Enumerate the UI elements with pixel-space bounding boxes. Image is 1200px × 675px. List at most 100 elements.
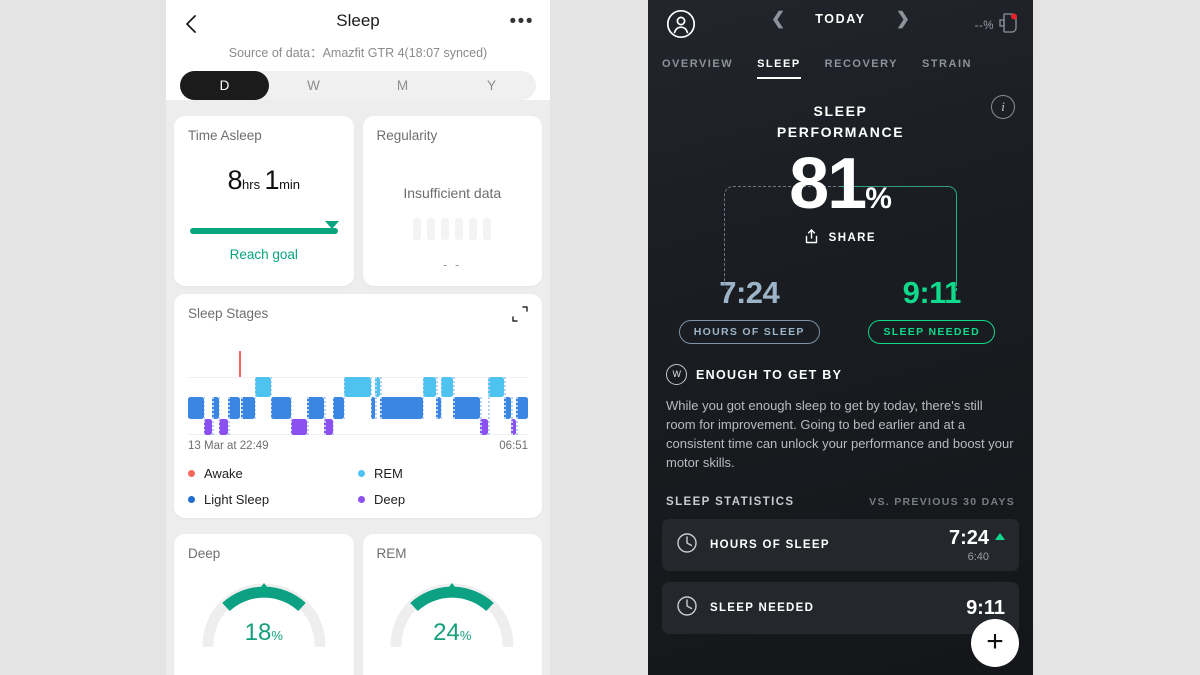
range-tab-w[interactable]: W xyxy=(269,71,358,100)
hypnogram-start-time: 13 Mar at 22:49 xyxy=(188,440,269,452)
hypnogram-connector xyxy=(307,397,309,435)
legend-dot-deep-icon xyxy=(358,496,365,503)
sleep-needed-pill[interactable]: SLEEP NEEDED xyxy=(868,320,995,344)
hypnogram-segment-light xyxy=(307,397,324,419)
hours-of-sleep-pill[interactable]: HOURS OF SLEEP xyxy=(678,320,820,344)
sleep-statistics-header: SLEEP STATISTICS VS. PREVIOUS 30 DAYS xyxy=(648,472,1033,508)
legend-item-light-sleep: Light Sleep xyxy=(188,492,358,507)
hypnogram-connector xyxy=(436,377,438,419)
sleep-advice-title: ENOUGH TO GET BY xyxy=(696,367,843,382)
hypnogram-end-time: 06:51 xyxy=(499,440,528,452)
hypnogram-chart[interactable] xyxy=(188,349,528,435)
deep-sleep-card[interactable]: Deep 18% 1hr 29min xyxy=(174,534,354,675)
hypnogram-segment-light xyxy=(241,397,255,419)
hypnogram-connector xyxy=(228,397,230,435)
rem-percent-value: 24 xyxy=(433,619,460,646)
add-activity-fab[interactable]: + xyxy=(971,619,1019,667)
deep-card-title: Deep xyxy=(188,546,221,561)
hypnogram-connector xyxy=(380,377,382,419)
placeholder-bar xyxy=(413,218,422,240)
stat-label: HOURS OF SLEEP xyxy=(710,539,830,551)
regularity-placeholder-bars xyxy=(363,218,543,240)
time-asleep-value: 8hrs 1min xyxy=(174,165,354,196)
tab-overview[interactable]: OVERVIEW xyxy=(662,58,733,79)
hypnogram-segment-light xyxy=(453,397,481,419)
deep-percent-unit: % xyxy=(271,628,283,643)
time-asleep-card[interactable]: Time Asleep 8hrs 1min Reach goal xyxy=(174,116,354,286)
expand-icon[interactable] xyxy=(512,306,528,322)
strap-battery-indicator[interactable]: --% xyxy=(975,12,1018,39)
range-segmented-control[interactable]: D W M Y xyxy=(180,71,536,100)
tab-strain[interactable]: STRAIN xyxy=(922,58,972,79)
legend-label: REM xyxy=(374,466,403,481)
hypnogram-legend: Awake REM Light Sleep Deep xyxy=(188,466,528,518)
tab-sleep[interactable]: SLEEP xyxy=(757,58,801,79)
rem-sleep-card[interactable]: REM 24% 1hr 54min xyxy=(362,534,542,675)
hypnogram-connector xyxy=(212,397,214,435)
stat-row-hours-of-sleep[interactable]: HOURS OF SLEEP 7:24 6:40 xyxy=(662,519,1019,571)
time-asleep-hours: 8 xyxy=(227,165,243,195)
current-date-label[interactable]: TODAY xyxy=(815,12,865,26)
back-chevron-icon[interactable] xyxy=(180,12,204,36)
whoop-sleep-screen: ❮ TODAY ❯ --% OVERVIEW SLEEP RECOVERY ST… xyxy=(648,0,1033,675)
screenshot-stage: Sleep ••• Source of data：Amazfit GTR 4(1… xyxy=(0,0,1200,675)
hypnogram-connector xyxy=(270,377,273,419)
hypnogram-axis: 13 Mar at 22:49 06:51 xyxy=(188,440,528,452)
regularity-card[interactable]: Regularity Insufficient data - - xyxy=(362,116,543,286)
hypnogram-segment-light xyxy=(188,397,204,419)
hypnogram-connector xyxy=(453,377,455,419)
range-tab-m[interactable]: M xyxy=(358,71,447,100)
hypnogram-segment-deep xyxy=(290,419,307,435)
score-unit: % xyxy=(865,182,892,215)
prev-day-chevron-icon[interactable]: ❮ xyxy=(771,10,785,27)
hypnogram-connector xyxy=(480,397,482,435)
regularity-title: Regularity xyxy=(376,128,438,143)
range-tab-d[interactable]: D xyxy=(180,71,269,100)
next-day-chevron-icon[interactable]: ❯ xyxy=(896,10,910,27)
sleep-advice-section: W ENOUGH TO GET BY While you got enough … xyxy=(648,344,1033,472)
time-asleep-minutes-unit: min xyxy=(279,177,301,192)
range-tab-y[interactable]: Y xyxy=(447,71,536,100)
sleep-statistics-comparison: VS. PREVIOUS 30 DAYS xyxy=(869,496,1015,508)
rem-gauge-marker-icon xyxy=(445,583,460,592)
info-icon[interactable]: i xyxy=(991,95,1015,119)
reach-goal-label: Reach goal xyxy=(229,247,298,262)
sleep-performance-section: SLEEP PERFORMANCE i 81% SHARE xyxy=(648,79,1033,291)
legend-label: Light Sleep xyxy=(204,492,270,507)
sleep-performance-title: SLEEP PERFORMANCE xyxy=(648,101,1033,143)
whoop-w-badge-icon: W xyxy=(666,364,687,385)
zepp-sleep-screen: Sleep ••• Source of data：Amazfit GTR 4(1… xyxy=(166,0,550,675)
time-asleep-minutes: 1 xyxy=(264,165,280,195)
zepp-content: Time Asleep 8hrs 1min Reach goal Regular… xyxy=(166,110,550,675)
placeholder-bar xyxy=(455,218,464,240)
tab-recovery[interactable]: RECOVERY xyxy=(825,58,898,79)
progress-marker-icon xyxy=(324,221,339,229)
whoop-tabbar: OVERVIEW SLEEP RECOVERY STRAIN xyxy=(648,48,1033,79)
sleep-stages-card[interactable]: Sleep Stages 13 Mar at 22:49 06:51 Awake… xyxy=(174,294,542,518)
hypnogram-connector xyxy=(511,397,513,435)
overflow-menu-icon[interactable]: ••• xyxy=(510,12,534,31)
share-label: SHARE xyxy=(828,232,876,244)
sleep-stages-header: Sleep Stages xyxy=(174,294,542,322)
hypnogram-connector xyxy=(324,397,326,435)
rem-percent: 24% xyxy=(388,619,516,647)
hypnogram-connector xyxy=(422,377,425,419)
share-icon xyxy=(805,229,829,244)
legend-dot-rem-icon xyxy=(358,470,365,477)
deep-gauge-marker-icon xyxy=(256,583,271,592)
rem-percent-unit: % xyxy=(459,628,472,643)
stat-value: 7:24 xyxy=(948,527,989,549)
stat-row-sleep-needed[interactable]: SLEEP NEEDED 9:11 xyxy=(662,582,1019,634)
stat-baseline-value: 6:40 xyxy=(967,551,989,563)
share-button[interactable]: SHARE xyxy=(648,229,1033,244)
sleep-stages-title: Sleep Stages xyxy=(188,306,269,321)
sleep-performance-title-line2: PERFORMANCE xyxy=(776,124,905,140)
zepp-header: Sleep ••• Source of data：Amazfit GTR 4(1… xyxy=(166,0,550,100)
sleep-advice-header: W ENOUGH TO GET BY xyxy=(666,364,1015,385)
moon-clock-icon xyxy=(676,595,698,622)
regularity-message: Insufficient data xyxy=(403,185,502,201)
deep-percent: 18% xyxy=(200,619,328,647)
sleep-performance-score: 81% xyxy=(648,145,1033,223)
progress-fill xyxy=(190,228,338,234)
hypnogram-segment-rem xyxy=(343,377,371,397)
